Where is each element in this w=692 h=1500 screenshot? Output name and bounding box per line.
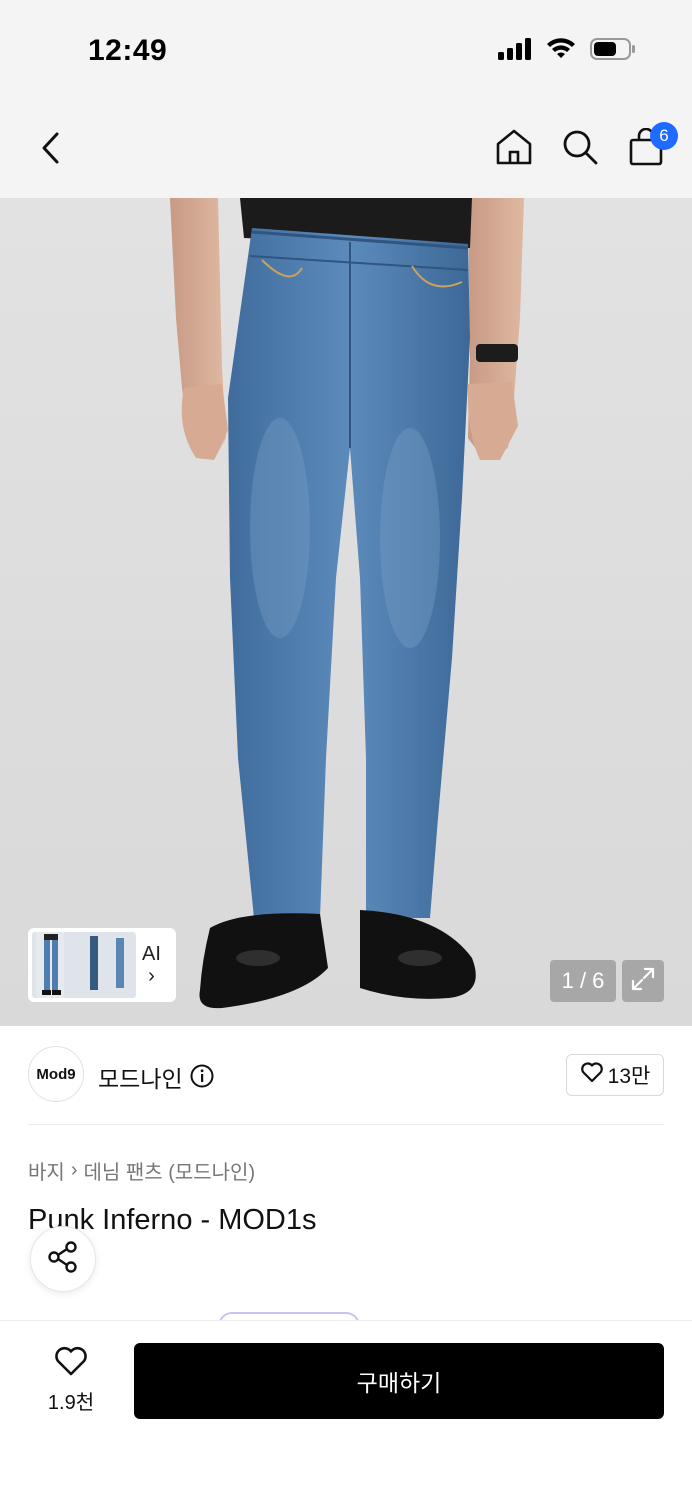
expand-icon [630,966,656,997]
search-icon [561,128,599,171]
bottom-purchase-bar: 1.9천 구매하기 [0,1320,692,1500]
ai-label-group: AI › [142,943,161,987]
brand-row: Mod9 모드나인 13만 [28,1046,664,1106]
info-icon[interactable] [190,1064,214,1093]
battery-icon [590,38,636,65]
expand-button[interactable] [622,960,664,1002]
model-jeans-illustration [170,198,524,1009]
heart-icon [580,1061,604,1089]
ai-fitting-card[interactable]: AI › [28,928,176,1002]
chevron-right-icon: › [70,1159,78,1181]
thumbnail-image [32,932,136,998]
status-icons [498,38,636,65]
brand-like-button[interactable]: 13만 [566,1054,664,1096]
image-page-indicator: 1 / 6 [550,960,616,1002]
breadcrumb: 바지 › 데님 팬츠 (모드나인) [28,1156,255,1185]
chevron-left-icon [39,131,61,170]
cart-count-badge: 6 [650,122,678,150]
nav-actions: 6 [494,122,678,170]
wishlist-count: 1.9천 [47,1392,95,1414]
product-image[interactable]: AI › 1 / 6 [0,198,692,1026]
status-time: 12:49 [88,34,168,67]
cart-button[interactable]: 6 [626,122,678,170]
signal-icon [498,38,532,65]
search-button[interactable] [560,128,600,170]
chevron-right-icon: › [148,965,155,987]
share-button[interactable] [30,1226,96,1292]
share-icon [46,1240,80,1279]
home-button[interactable] [494,128,534,170]
buy-button[interactable]: 구매하기 [134,1343,664,1419]
back-button[interactable] [30,130,70,170]
heart-icon [53,1345,89,1382]
brand-name[interactable]: 모드나인 [98,1060,183,1094]
divider [28,1124,664,1125]
breadcrumb-item[interactable]: 바지 [28,1156,65,1185]
home-icon [495,128,533,171]
wifi-icon [546,38,576,65]
wishlist-button[interactable]: 1.9천 [40,1345,102,1415]
ai-label: AI [142,943,161,965]
breadcrumb-item[interactable]: 데님 팬츠 (모드나인) [83,1156,255,1185]
brand-logo[interactable]: Mod9 [28,1046,84,1102]
nav-bar: 6 [0,100,692,198]
brand-like-count: 13만 [607,1065,651,1088]
status-bar: 12:49 [0,0,692,100]
